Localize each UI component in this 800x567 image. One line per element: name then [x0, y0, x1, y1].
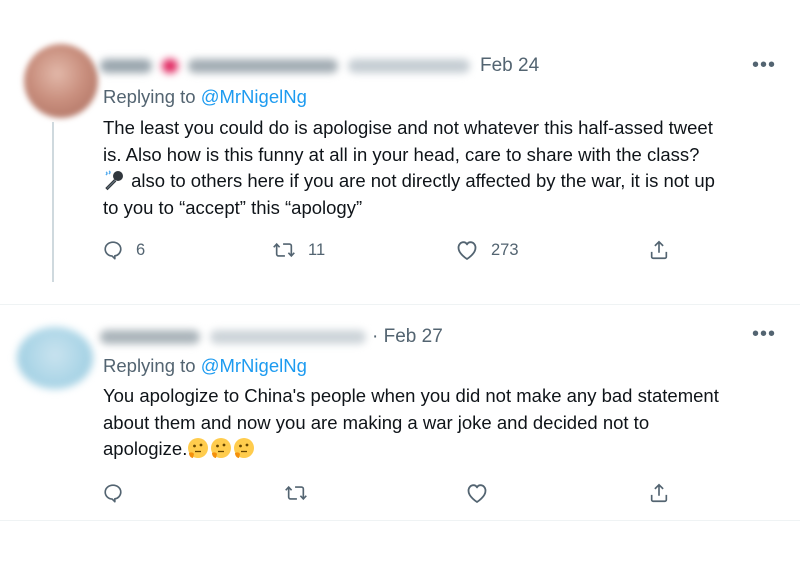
display-name-blurred-2	[188, 59, 338, 73]
share-icon	[650, 240, 668, 260]
retweet-button[interactable]	[284, 479, 320, 507]
heart-icon	[457, 241, 477, 260]
tweet-header: · Feb 27	[100, 325, 443, 349]
avatar[interactable]	[17, 327, 93, 389]
retweet-count: 11	[308, 240, 326, 259]
tweet-header: Feb 24	[100, 54, 539, 78]
thread-line	[52, 122, 54, 282]
like-button[interactable]	[465, 479, 501, 507]
tweet-date[interactable]: Feb 24	[480, 55, 539, 77]
share-button[interactable]	[648, 236, 670, 264]
more-options-icon[interactable]: •••	[752, 54, 776, 77]
avatar[interactable]	[24, 44, 98, 118]
reply-button[interactable]: 6	[102, 236, 145, 264]
replying-prefix: Replying to	[103, 86, 201, 107]
retweet-icon	[285, 485, 307, 501]
reply-button[interactable]	[102, 479, 136, 507]
tweet-date[interactable]: · Feb 27	[372, 326, 443, 348]
tweet-text-line: to you to “accept” this “apology”	[103, 196, 363, 218]
thinking-face-icon	[211, 438, 232, 458]
display-name-blurred[interactable]	[100, 330, 200, 344]
reply-icon	[104, 241, 122, 260]
thinking-face-icon	[234, 438, 255, 458]
retweet-icon	[273, 242, 295, 258]
tweet-text-line: about them and now you are making a war …	[103, 411, 650, 433]
display-name-blurred[interactable]	[100, 59, 152, 73]
reply-icon	[104, 484, 122, 503]
tweet-text-line: also to others here if you are not direc…	[126, 170, 715, 191]
mention-link[interactable]: @MrNigelNg	[201, 355, 307, 376]
like-button[interactable]: 273	[455, 236, 519, 264]
tweet-text-line: apologize.	[103, 438, 188, 459]
retweet-button[interactable]: 11	[272, 236, 325, 264]
username-blurred[interactable]	[348, 59, 470, 73]
heart-icon	[467, 484, 487, 503]
tweet-actions	[100, 479, 680, 507]
share-icon	[650, 483, 668, 503]
name-emoji-blurred	[162, 59, 178, 73]
replying-prefix: Replying to	[103, 355, 201, 376]
tweet-text-line: The least you could do is apologise and …	[103, 117, 713, 138]
reply-tweet-2[interactable]: · Feb 27 ••• Replying to @MrNigelNg You …	[0, 304, 800, 521]
microphone-icon	[105, 170, 123, 191]
tweet-text: The least you could do is apologise and …	[103, 115, 793, 221]
like-count: 273	[491, 240, 519, 259]
mention-link[interactable]: @MrNigelNg	[201, 86, 307, 107]
username-blurred[interactable]	[210, 330, 366, 344]
share-button[interactable]	[648, 479, 670, 507]
reply-count: 6	[136, 240, 146, 259]
replying-to: Replying to @MrNigelNg	[103, 355, 307, 377]
tweet-text: You apologize to China's people when you…	[103, 383, 793, 463]
tweet-text-line: is. Also how is this funny at all in you…	[103, 143, 700, 165]
tweet-text-line-with-emoji: also to others here if you are not direc…	[103, 168, 793, 195]
tweet-actions: 6 11 273	[100, 236, 680, 264]
tweet-text-line: You apologize to China's people when you…	[103, 385, 719, 406]
reply-tweet-1[interactable]: Feb 24 ••• Replying to @MrNigelNg The le…	[0, 0, 800, 304]
tweet-text-line-with-emoji: apologize.	[103, 436, 793, 463]
replying-to: Replying to @MrNigelNg	[103, 86, 307, 108]
thinking-face-icon	[188, 438, 209, 458]
more-options-icon[interactable]: •••	[752, 323, 776, 346]
